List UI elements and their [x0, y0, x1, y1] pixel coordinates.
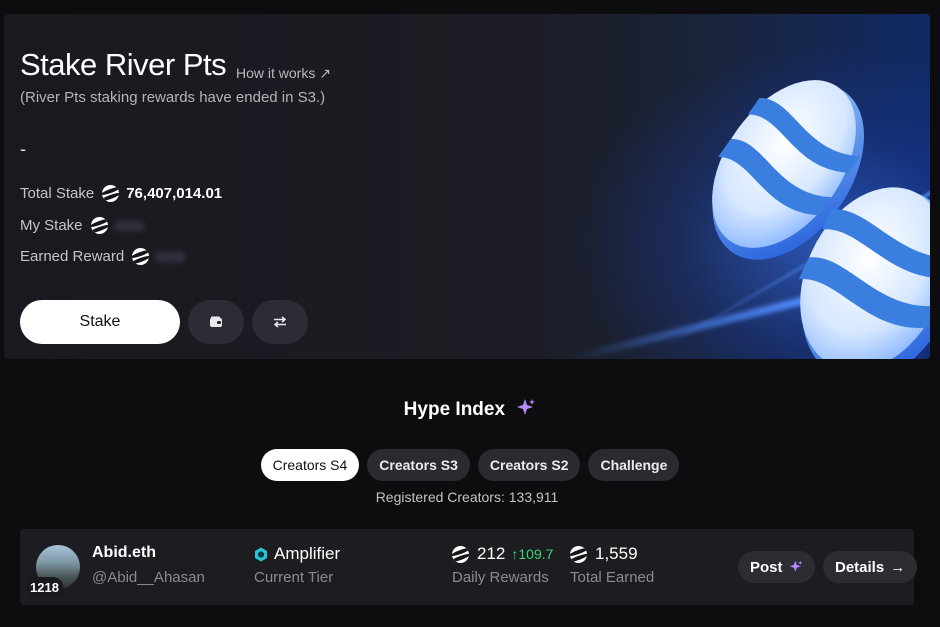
river-coin-icon: [132, 248, 150, 265]
tab-creators-s2[interactable]: Creators S2: [477, 449, 581, 481]
total-earned-label: Total Earned: [570, 569, 655, 586]
post-button[interactable]: Post: [738, 551, 815, 583]
my-stake-label: My Stake: [20, 217, 83, 234]
staking-ended-note: (River Pts staking rewards have ended in…: [20, 89, 326, 106]
details-button[interactable]: Details →: [823, 551, 918, 583]
tier-label: Current Tier: [254, 569, 334, 586]
river-coin-icon: [452, 545, 469, 563]
river-coin-icon: [90, 217, 108, 234]
stake-button[interactable]: Stake: [20, 300, 180, 344]
swap-icon: [273, 316, 287, 328]
total-stake-row: Total Stake 76,407,014.01: [20, 185, 222, 202]
swap-button[interactable]: [252, 300, 308, 344]
hype-index-title: Hype Index: [403, 399, 506, 420]
earned-reward-label: Earned Reward: [20, 248, 125, 265]
page-title: Stake River Pts: [20, 47, 227, 82]
tier-value: Amplifier: [254, 544, 340, 564]
tier-name: Amplifier: [274, 544, 341, 563]
creator-handle: @Abid__Ahasan: [92, 569, 205, 586]
daily-rewards-label: Daily Rewards: [452, 569, 549, 586]
earned-reward-loading: [155, 251, 186, 262]
my-stake-loading: [113, 220, 144, 231]
stake-placeholder-value: -: [20, 139, 26, 159]
wallet-icon: [210, 316, 222, 327]
total-stake-value: 76,407,014.01: [126, 185, 223, 202]
earned-reward-row: Earned Reward: [20, 248, 186, 265]
sparkle-icon: [789, 560, 802, 572]
registered-creators-count: Registered Creators: 133,911: [375, 489, 559, 505]
total-stake-label: Total Stake: [20, 185, 95, 202]
daily-rewards-delta: ↑109.7: [511, 546, 554, 562]
hype-index-heading: Hype Index: [0, 398, 940, 421]
tab-creators-s3[interactable]: Creators S3: [367, 449, 470, 481]
total-earned-amount: 1,559: [595, 544, 638, 563]
rank-badge: 1218: [26, 577, 63, 597]
how-it-works-link[interactable]: How it works ↗: [236, 65, 331, 82]
daily-rewards-value: 212 ↑109.7: [452, 544, 553, 564]
tier-hexagon-icon: [255, 547, 267, 561]
season-tabs: Creators S4 Creators S3 Creators S2 Chal…: [0, 449, 940, 481]
post-button-label: Post: [750, 558, 783, 576]
tab-creators-s4[interactable]: Creators S4: [260, 449, 360, 481]
river-coin-icon: [102, 185, 120, 202]
stake-banner: Stake River Pts How it works ↗ (River Pt…: [4, 14, 930, 359]
my-stake-row: My Stake: [20, 217, 144, 234]
creator-card: 1218 Abid.eth @Abid__Ahasan Amplifier Cu…: [20, 529, 918, 605]
total-earned-value: 1,559: [570, 544, 638, 564]
arrow-right-icon: →: [890, 558, 906, 576]
tab-challenge[interactable]: Challenge: [588, 449, 680, 481]
details-button-label: Details: [835, 558, 885, 576]
wallet-button[interactable]: [188, 300, 244, 344]
creator-name[interactable]: Abid.eth: [92, 544, 156, 562]
daily-rewards-amount: 212: [477, 544, 506, 563]
sparkle-icon: [517, 399, 536, 415]
river-coins-illustration: [712, 80, 930, 359]
river-coin-icon: [570, 545, 587, 563]
